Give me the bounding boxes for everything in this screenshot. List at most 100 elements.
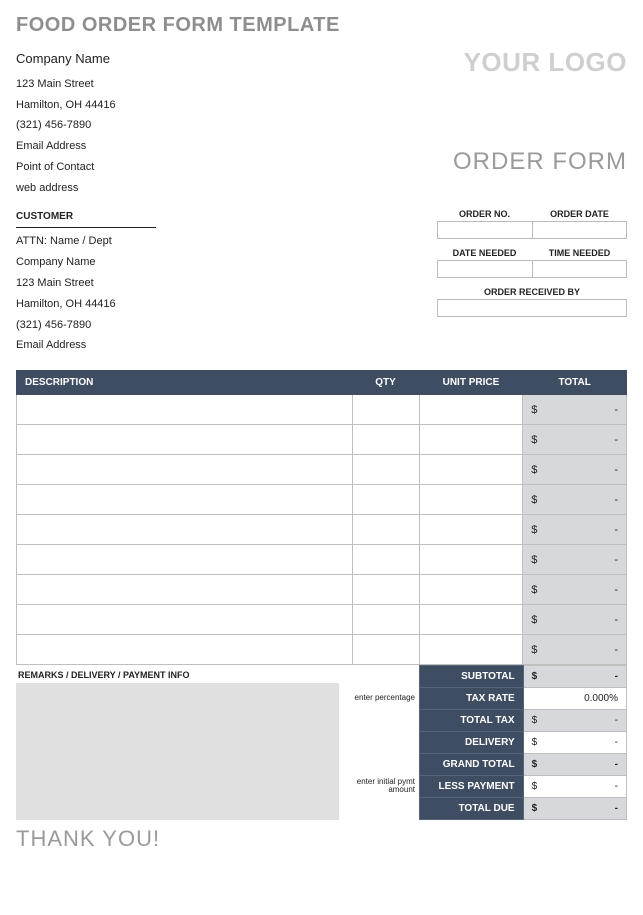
item-unit-price[interactable]: [419, 515, 523, 545]
grand-total-value: $-: [523, 754, 626, 776]
item-description[interactable]: [17, 395, 353, 425]
template-title: FOOD ORDER FORM TEMPLATE: [16, 14, 627, 37]
item-row: $-: [17, 575, 627, 605]
logo-side: YOUR LOGO ORDER FORM: [453, 47, 627, 199]
remarks-box[interactable]: [16, 683, 339, 820]
item-qty[interactable]: [352, 515, 419, 545]
customer-email[interactable]: Email Address: [16, 335, 156, 356]
item-total: $-: [523, 425, 627, 455]
item-qty[interactable]: [352, 395, 419, 425]
item-row: $-: [17, 455, 627, 485]
customer-header: CUSTOMER: [16, 207, 156, 228]
delivery-label: DELIVERY: [420, 732, 524, 754]
item-unit-price[interactable]: [419, 425, 523, 455]
bottom-row: REMARKS / DELIVERY / PAYMENT INFO enter …: [16, 665, 627, 820]
company-web[interactable]: web address: [16, 178, 116, 199]
item-row: $-: [17, 395, 627, 425]
company-contact[interactable]: Point of Contact: [16, 157, 116, 178]
company-phone[interactable]: (321) 456-7890: [16, 115, 116, 136]
date-needed-input[interactable]: [437, 260, 533, 278]
col-description: DESCRIPTION: [17, 371, 353, 395]
item-qty[interactable]: [352, 605, 419, 635]
item-unit-price[interactable]: [419, 485, 523, 515]
item-qty[interactable]: [352, 485, 419, 515]
less-payment-label: LESS PAYMENT: [420, 776, 524, 798]
total-tax-label: TOTAL TAX: [420, 710, 524, 732]
total-tax-value: $-: [523, 710, 626, 732]
remarks-side: REMARKS / DELIVERY / PAYMENT INFO: [16, 665, 339, 820]
customer-city[interactable]: Hamilton, OH 44416: [16, 294, 156, 315]
received-by-label: ORDER RECEIVED BY: [437, 285, 627, 299]
tax-rate-value[interactable]: 0.000%: [523, 688, 626, 710]
item-description[interactable]: [17, 575, 353, 605]
company-street[interactable]: 123 Main Street: [16, 74, 116, 95]
item-row: $-: [17, 485, 627, 515]
date-needed-label: DATE NEEDED: [437, 246, 532, 260]
item-unit-price[interactable]: [419, 395, 523, 425]
item-row: $-: [17, 515, 627, 545]
subtotal-value: $-: [523, 666, 626, 688]
item-unit-price[interactable]: [419, 575, 523, 605]
item-total: $-: [523, 575, 627, 605]
subtotal-label: SUBTOTAL: [420, 666, 524, 688]
item-total: $-: [523, 515, 627, 545]
item-row: $-: [17, 545, 627, 575]
item-qty[interactable]: [352, 455, 419, 485]
company-email[interactable]: Email Address: [16, 136, 116, 157]
col-total: TOTAL: [523, 371, 627, 395]
received-by-input[interactable]: [437, 299, 627, 317]
customer-attn[interactable]: ATTN: Name / Dept: [16, 231, 156, 252]
customer-block: CUSTOMER ATTN: Name / Dept Company Name …: [16, 207, 156, 356]
item-total: $-: [523, 635, 627, 665]
item-total: $-: [523, 485, 627, 515]
logo-placeholder: YOUR LOGO: [453, 47, 627, 78]
item-unit-price[interactable]: [419, 545, 523, 575]
col-qty: QTY: [352, 371, 419, 395]
item-description[interactable]: [17, 635, 353, 665]
delivery-value[interactable]: $-: [523, 732, 626, 754]
col-unit-price: UNIT PRICE: [419, 371, 523, 395]
item-qty[interactable]: [352, 635, 419, 665]
item-description[interactable]: [17, 515, 353, 545]
company-city[interactable]: Hamilton, OH 44416: [16, 95, 116, 116]
less-payment-value[interactable]: $-: [523, 776, 626, 798]
item-description[interactable]: [17, 605, 353, 635]
item-row: $-: [17, 605, 627, 635]
item-description[interactable]: [17, 545, 353, 575]
customer-company[interactable]: Company Name: [16, 252, 156, 273]
item-qty[interactable]: [352, 545, 419, 575]
company-block: Company Name 123 Main Street Hamilton, O…: [16, 47, 116, 199]
order-form-label: ORDER FORM: [453, 148, 627, 176]
item-qty[interactable]: [352, 425, 419, 455]
order-no-label: ORDER NO.: [437, 207, 532, 221]
order-no-input[interactable]: [437, 221, 533, 239]
item-unit-price[interactable]: [419, 635, 523, 665]
grand-total-label: GRAND TOTAL: [420, 754, 524, 776]
item-row: $-: [17, 635, 627, 665]
item-total: $-: [523, 605, 627, 635]
item-total: $-: [523, 455, 627, 485]
less-payment-hint: enter initial pymt amount: [339, 775, 415, 797]
item-description[interactable]: [17, 455, 353, 485]
customer-phone[interactable]: (321) 456-7890: [16, 315, 156, 336]
item-qty[interactable]: [352, 575, 419, 605]
totals-table: SUBTOTAL $- TAX RATE 0.000% TOTAL TAX $-…: [419, 665, 627, 820]
item-row: $-: [17, 425, 627, 455]
company-name[interactable]: Company Name: [16, 47, 116, 72]
item-total: $-: [523, 395, 627, 425]
tax-rate-label: TAX RATE: [420, 688, 524, 710]
order-meta-block: ORDER NO. ORDER DATE DATE NEEDED TIME NE…: [437, 207, 627, 356]
item-unit-price[interactable]: [419, 455, 523, 485]
item-unit-price[interactable]: [419, 605, 523, 635]
total-due-value: $-: [523, 798, 626, 820]
tax-hint: enter percentage: [339, 687, 415, 709]
items-table: DESCRIPTION QTY UNIT PRICE TOTAL $-$-$-$…: [16, 370, 627, 665]
total-due-label: TOTAL DUE: [420, 798, 524, 820]
item-description[interactable]: [17, 485, 353, 515]
item-description[interactable]: [17, 425, 353, 455]
time-needed-input[interactable]: [533, 260, 628, 278]
order-date-input[interactable]: [533, 221, 628, 239]
remarks-label: REMARKS / DELIVERY / PAYMENT INFO: [16, 665, 339, 683]
order-date-label: ORDER DATE: [532, 207, 627, 221]
customer-street[interactable]: 123 Main Street: [16, 273, 156, 294]
